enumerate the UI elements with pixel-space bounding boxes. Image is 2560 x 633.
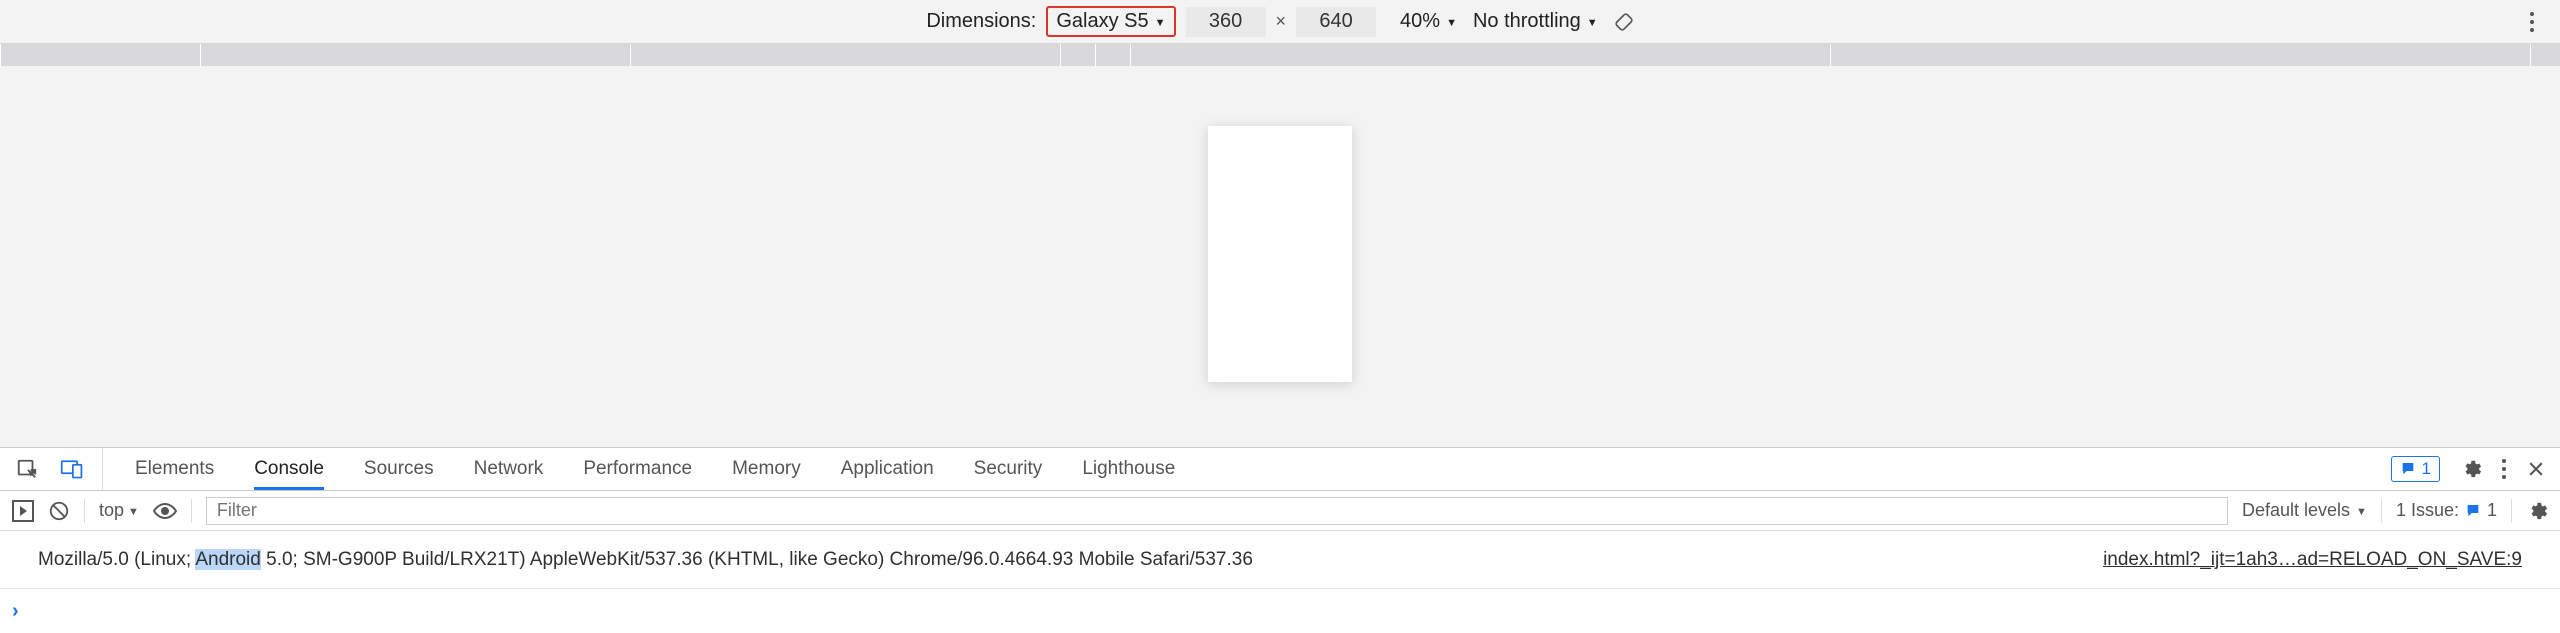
zoom-value: 40% bbox=[1400, 10, 1440, 33]
console-sidebar-toggle-icon[interactable] bbox=[12, 500, 34, 522]
issue-count: 1 bbox=[2487, 500, 2497, 521]
ruler-segment[interactable] bbox=[0, 44, 200, 66]
zoom-select[interactable]: 40% ▼ bbox=[1400, 10, 1457, 33]
ruler-segment[interactable] bbox=[2530, 44, 2560, 66]
tab-performance[interactable]: Performance bbox=[583, 448, 692, 490]
ruler-segment[interactable] bbox=[630, 44, 1060, 66]
dimensions-label: Dimensions: bbox=[926, 10, 1036, 33]
devtools-more-menu[interactable] bbox=[2502, 459, 2506, 479]
console-toolbar: top ▼ Default levels ▼ 1 Issue: 1 bbox=[0, 491, 2560, 531]
ruler-segment[interactable] bbox=[1830, 44, 2530, 66]
console-source-link[interactable]: index.html?_ijt=1ah3…ad=RELOAD_ON_SAVE:9 bbox=[2103, 549, 2522, 571]
ruler-segment[interactable] bbox=[1060, 44, 1095, 66]
throttle-value: No throttling bbox=[1473, 10, 1581, 33]
ruler[interactable] bbox=[0, 44, 2560, 66]
viewport-area bbox=[0, 66, 2560, 447]
inspect-icon[interactable] bbox=[16, 458, 38, 480]
times-symbol: × bbox=[1276, 11, 1287, 32]
live-expression-icon[interactable] bbox=[153, 502, 177, 520]
console-prompt[interactable]: › bbox=[0, 589, 2560, 633]
levels-select[interactable]: Default levels ▼ bbox=[2242, 500, 2367, 521]
issues-badge[interactable]: 1 bbox=[2391, 456, 2440, 482]
tab-lighthouse[interactable]: Lighthouse bbox=[1082, 448, 1175, 490]
issue-label: 1 Issue: bbox=[2396, 500, 2459, 521]
issues-count: 1 bbox=[2422, 459, 2431, 479]
separator bbox=[2381, 499, 2382, 523]
ruler-segment[interactable] bbox=[1095, 44, 1130, 66]
device-select-value: Galaxy S5 bbox=[1056, 10, 1148, 33]
chevron-down-icon: ▼ bbox=[128, 506, 139, 518]
clear-console-icon[interactable] bbox=[48, 500, 70, 522]
ruler-segment[interactable] bbox=[200, 44, 630, 66]
height-input[interactable] bbox=[1296, 7, 1376, 37]
tabs-row: Elements Console Sources Network Performance… bbox=[103, 448, 1175, 490]
chevron-down-icon: ▼ bbox=[2356, 506, 2367, 518]
issue-summary[interactable]: 1 Issue: 1 bbox=[2396, 500, 2497, 521]
device-frame[interactable] bbox=[1208, 126, 1352, 382]
more-menu[interactable] bbox=[2522, 7, 2542, 37]
devtools-leading-icons bbox=[0, 448, 103, 490]
throttle-select[interactable]: No throttling ▼ bbox=[1473, 10, 1598, 33]
tab-network[interactable]: Network bbox=[474, 448, 544, 490]
tab-elements[interactable]: Elements bbox=[135, 448, 214, 490]
context-value: top bbox=[99, 500, 124, 521]
chevron-down-icon: ▼ bbox=[1587, 17, 1598, 29]
chevron-down-icon: ▼ bbox=[1446, 17, 1457, 29]
tab-memory[interactable]: Memory bbox=[732, 448, 801, 490]
device-toolbar-center: Dimensions: Galaxy S5 ▼ × 40% ▼ No throt… bbox=[926, 6, 1633, 37]
devtools-trailing: 1 bbox=[2391, 456, 2560, 482]
prompt-chevron-icon: › bbox=[12, 600, 19, 623]
console-settings-icon[interactable] bbox=[2526, 500, 2548, 522]
settings-icon[interactable] bbox=[2460, 458, 2482, 480]
chevron-down-icon: ▼ bbox=[1155, 17, 1166, 29]
separator bbox=[84, 499, 85, 523]
ruler-segment[interactable] bbox=[1130, 44, 1830, 66]
toggle-device-icon[interactable] bbox=[60, 458, 84, 480]
levels-value: Default levels bbox=[2242, 500, 2350, 521]
context-select[interactable]: top ▼ bbox=[99, 500, 139, 521]
issue-icon bbox=[2400, 461, 2416, 477]
filter-input[interactable] bbox=[206, 497, 2228, 525]
separator bbox=[2511, 499, 2512, 523]
devtools-tabs: Elements Console Sources Network Performance… bbox=[0, 447, 2560, 491]
console-message-text: Mozilla/5.0 (Linux; Android 5.0; SM-G900… bbox=[38, 549, 1253, 571]
close-icon[interactable] bbox=[2526, 459, 2546, 479]
device-select[interactable]: Galaxy S5 ▼ bbox=[1046, 6, 1175, 37]
separator bbox=[191, 499, 192, 523]
tab-console[interactable]: Console bbox=[254, 448, 324, 490]
tab-security[interactable]: Security bbox=[974, 448, 1043, 490]
console-message-row: Mozilla/5.0 (Linux; Android 5.0; SM-G900… bbox=[0, 531, 2560, 589]
width-input[interactable] bbox=[1186, 7, 1266, 37]
issue-icon bbox=[2465, 503, 2481, 519]
tab-application[interactable]: Application bbox=[841, 448, 934, 490]
device-toolbar: Dimensions: Galaxy S5 ▼ × 40% ▼ No throt… bbox=[0, 0, 2560, 44]
rotate-icon[interactable] bbox=[1614, 12, 1634, 32]
tab-sources[interactable]: Sources bbox=[364, 448, 434, 490]
